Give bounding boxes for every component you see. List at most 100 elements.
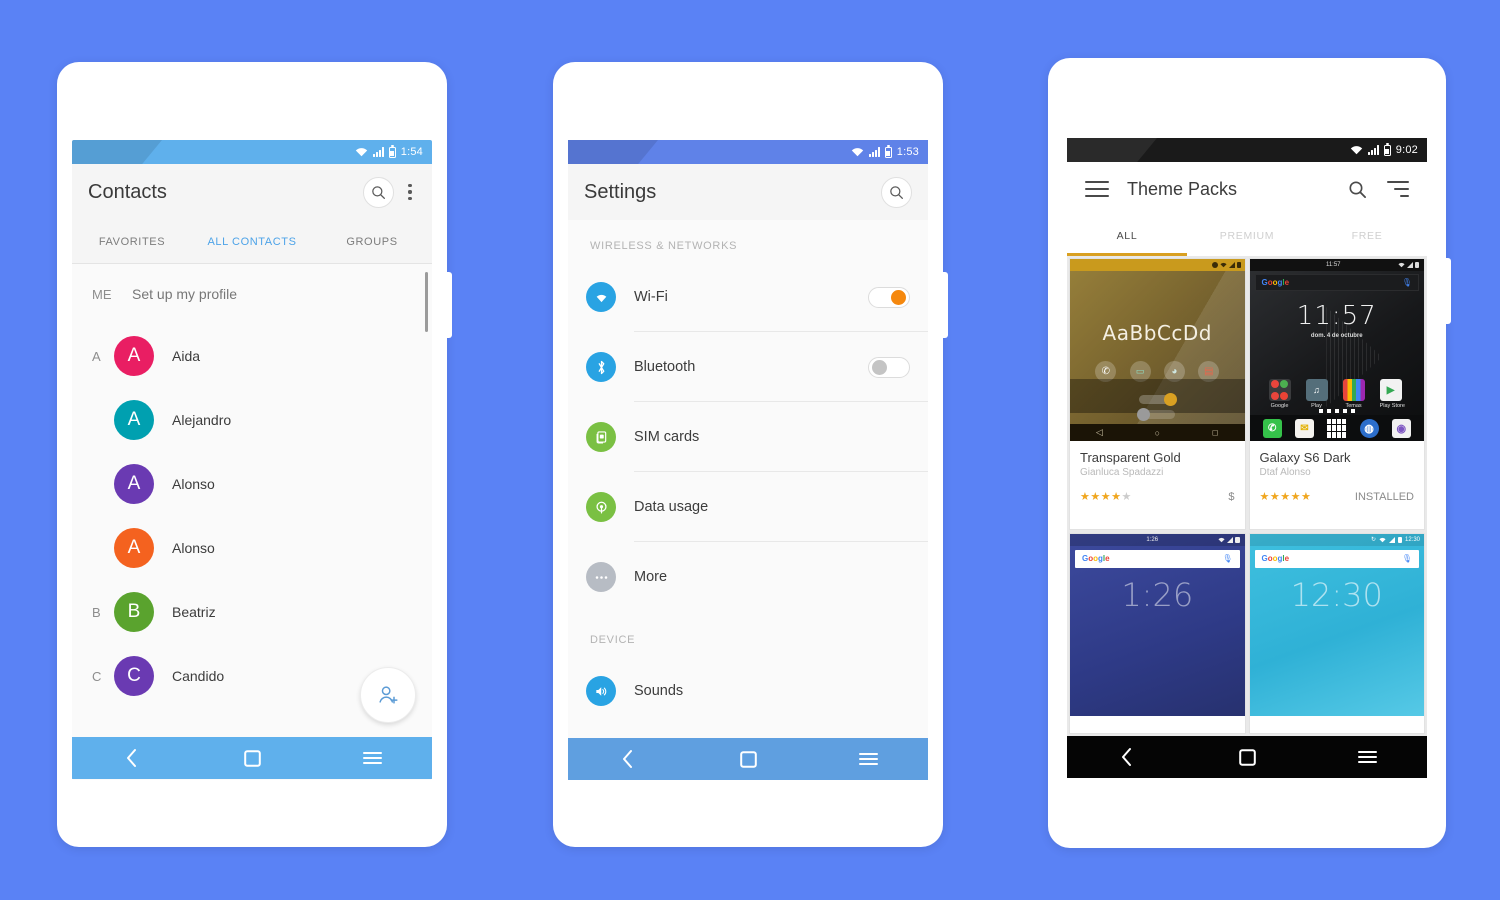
- recents-icon[interactable]: [855, 746, 881, 772]
- preview-dock: ✆ ✉ ◍ ◉: [1249, 415, 1424, 441]
- avatar: A: [114, 464, 154, 504]
- sync-icon: ↻: [1370, 537, 1376, 543]
- signal-icon: [1226, 536, 1233, 543]
- list-item-label: Alejandro: [172, 412, 232, 428]
- tab-all[interactable]: ALL: [1067, 216, 1187, 256]
- tab-all-contacts[interactable]: ALL CONTACTS: [192, 220, 312, 263]
- preview-status-bar: 1:26: [1070, 533, 1245, 546]
- list-item-label: Alonso: [172, 540, 215, 556]
- avatar: A: [114, 336, 154, 376]
- scrollbar[interactable]: [425, 272, 428, 332]
- theme-card[interactable]: ↻ 12:30 Google 🎙 12:30: [1248, 532, 1425, 734]
- wifi-toggle[interactable]: [868, 286, 910, 308]
- preview-clock: 11:57: [1296, 301, 1377, 331]
- preview-status-time: 11:57: [1325, 262, 1341, 268]
- google-logo: Google: [1261, 554, 1290, 563]
- section-header-wireless: WIRELESS & NETWORKS: [590, 240, 738, 252]
- system-navbar: [1067, 736, 1427, 778]
- list-item[interactable]: ME Set up my profile: [72, 264, 432, 324]
- status-bar-shade: [72, 140, 162, 164]
- data-usage-icon: [586, 492, 616, 522]
- home-icon[interactable]: [1234, 744, 1260, 770]
- theme-name: Transparent Gold: [1080, 450, 1181, 465]
- theme-card[interactable]: 1:26 Google 🎙 1:26: [1069, 532, 1246, 734]
- signal-icon: [868, 147, 880, 157]
- kebab-menu-icon[interactable]: [400, 179, 420, 205]
- recents-icon[interactable]: [1354, 744, 1380, 770]
- settings-row-bluetooth[interactable]: Bluetooth: [568, 332, 928, 402]
- home-icon[interactable]: [239, 745, 265, 771]
- theme-preview: AaBbCcDd ✆ ▭ ◕ ▤ ◁ ○ ◻: [1070, 259, 1245, 441]
- theme-status: $: [1228, 490, 1235, 503]
- battery-icon: [1397, 536, 1402, 543]
- signal-icon: [372, 147, 384, 157]
- back-icon[interactable]: [1114, 744, 1140, 770]
- tab-favorites[interactable]: FAVORITES: [72, 220, 192, 263]
- sort-icon[interactable]: [1387, 181, 1409, 197]
- theme-meta: Transparent Gold Gianluca Spadazzi: [1070, 441, 1245, 486]
- settings-list[interactable]: WIRELESS & NETWORKS Wi-Fi Bluetooth SIM …: [568, 220, 928, 738]
- phone-frame-settings: 1:53 Settings WIRELESS & NETWORKS Wi-Fi: [553, 62, 948, 847]
- search-icon[interactable]: [363, 176, 394, 208]
- toggle-knob: [872, 359, 887, 375]
- search-icon[interactable]: [881, 176, 912, 208]
- tab-premium[interactable]: PREMIUM: [1187, 216, 1307, 256]
- phone-side-button[interactable]: [1445, 258, 1451, 324]
- battery-icon: [1383, 143, 1391, 156]
- hamburger-menu-icon[interactable]: [1085, 180, 1109, 198]
- preview-search-bar: Google 🎙: [1254, 549, 1419, 568]
- recents-icon: ◻: [1211, 428, 1219, 437]
- list-item[interactable]: A Alonso: [72, 516, 432, 580]
- tab-groups[interactable]: GROUPS: [312, 220, 432, 263]
- wifi-icon: [586, 282, 616, 312]
- home-icon[interactable]: [735, 746, 761, 772]
- contacts-screen: 1:54 Contacts FAVORITES ALL CONTACTS GRO…: [72, 140, 432, 780]
- list-item[interactable]: A Alejandro: [72, 388, 432, 452]
- settings-screen: 1:53 Settings WIRELESS & NETWORKS Wi-Fi: [568, 140, 928, 780]
- rating-stars: ★★★★★: [1259, 491, 1312, 503]
- settings-row-wifi[interactable]: Wi-Fi: [568, 262, 928, 332]
- settings-row-sounds[interactable]: Sounds: [568, 656, 928, 726]
- phone-side-button[interactable]: [942, 272, 948, 338]
- settings-row-more[interactable]: More: [568, 542, 928, 612]
- wifi-icon: [1379, 537, 1386, 543]
- home-icon: ○: [1154, 427, 1161, 438]
- settings-row-label: More: [634, 569, 668, 585]
- back-icon: ◁: [1095, 427, 1103, 437]
- theme-packs-screen: 9:02 Theme Packs ALL PREMIUM FREE AaBbCc…: [1067, 138, 1427, 778]
- settings-row-sim-cards[interactable]: SIM cards: [568, 402, 928, 472]
- battery-icon: [388, 145, 396, 158]
- bluetooth-toggle[interactable]: [868, 356, 910, 378]
- settings-row-data-usage[interactable]: Data usage: [568, 472, 928, 542]
- preview-search-bar: Google 🎙: [1254, 274, 1419, 291]
- add-contact-fab[interactable]: [360, 667, 416, 723]
- theme-preview: 11:57 Google 🎙 11:57 dom. 4 de octubre G…: [1249, 259, 1425, 441]
- tab-free[interactable]: FREE: [1307, 216, 1427, 256]
- signal-icon: [1228, 262, 1235, 268]
- contacts-list[interactable]: ME Set up my profile A A Aida A Alejandr…: [72, 264, 432, 737]
- theme-status: INSTALLED: [1354, 490, 1414, 503]
- recents-icon[interactable]: [359, 745, 385, 771]
- theme-cards-grid[interactable]: AaBbCcDd ✆ ▭ ◕ ▤ ◁ ○ ◻ Transparent Gold …: [1067, 256, 1427, 736]
- list-item[interactable]: A A Aida: [72, 324, 432, 388]
- list-item-label: Beatriz: [172, 604, 216, 620]
- mic-icon: 🎙: [1401, 554, 1412, 563]
- theme-card[interactable]: AaBbCcDd ✆ ▭ ◕ ▤ ◁ ○ ◻ Transparent Gold …: [1069, 258, 1246, 530]
- list-item[interactable]: A Alonso: [72, 452, 432, 516]
- theme-footer: ★★★★★ INSTALLED: [1250, 486, 1425, 511]
- back-icon[interactable]: [615, 746, 641, 772]
- list-item-label: Aida: [172, 348, 201, 364]
- preview-switch-off: [1137, 408, 1176, 421]
- preview-page-dots: [1250, 409, 1425, 413]
- browser-icon: ◍: [1359, 418, 1379, 438]
- status-bar: 1:53: [568, 140, 928, 164]
- theme-card[interactable]: 11:57 Google 🎙 11:57 dom. 4 de octubre G…: [1248, 258, 1425, 530]
- list-item[interactable]: B B Beatriz: [72, 580, 432, 644]
- back-icon[interactable]: [119, 745, 145, 771]
- phone-side-button[interactable]: [446, 272, 452, 338]
- app-drawer-icon: [1327, 418, 1347, 438]
- wifi-icon: [1219, 262, 1227, 268]
- mic-icon: 🎙: [1222, 554, 1233, 563]
- preview-lower-panel: ✓: [1070, 379, 1245, 437]
- search-icon[interactable]: [1348, 180, 1367, 199]
